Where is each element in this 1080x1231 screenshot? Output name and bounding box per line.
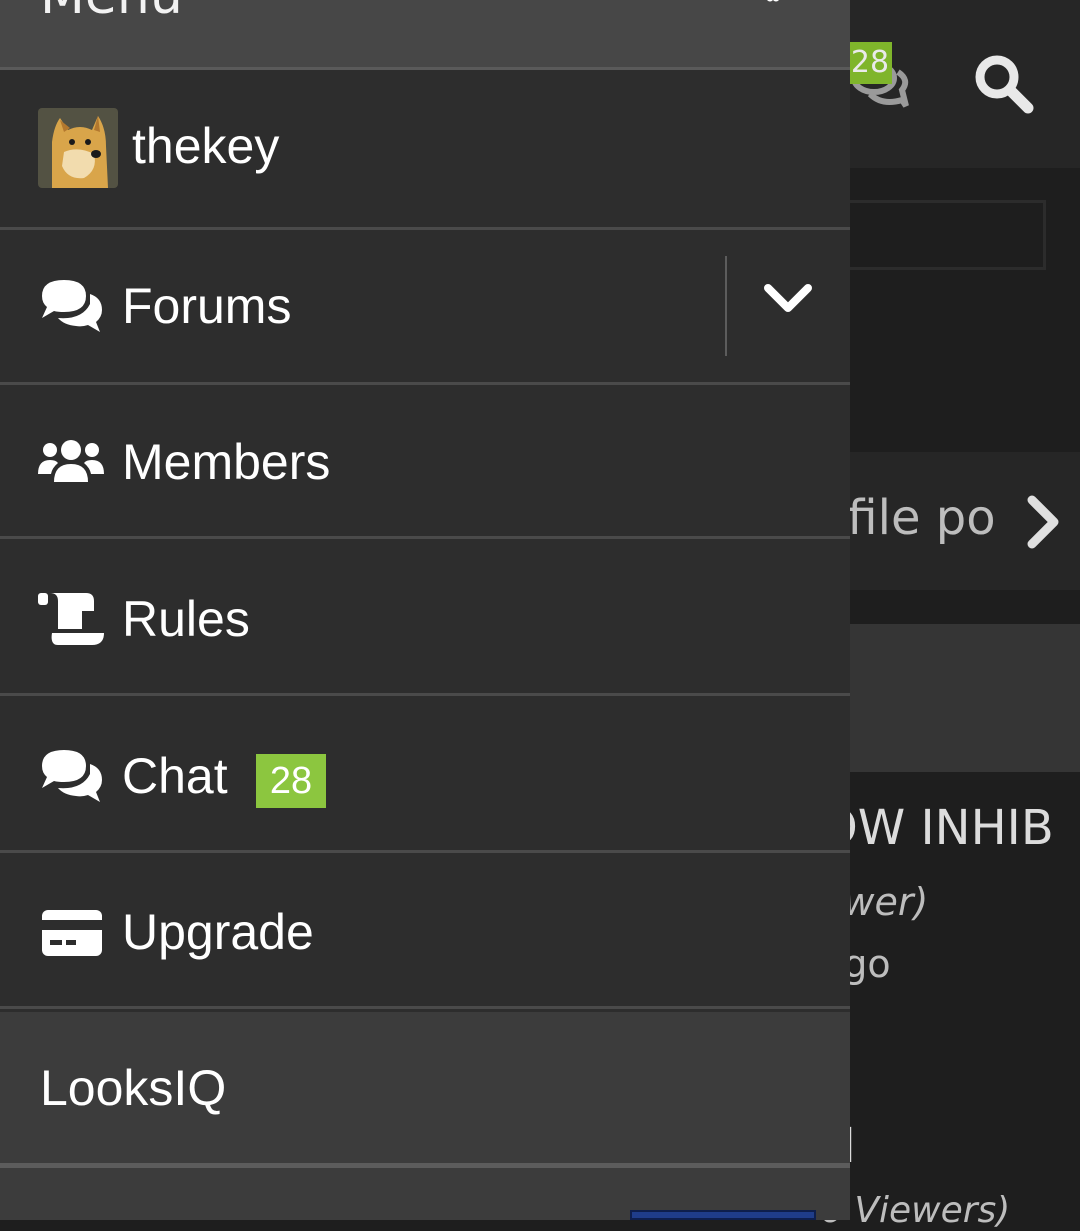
menu-item-label: Chat <box>122 748 228 804</box>
menu-item-looksiq[interactable]: LooksIQ <box>0 1012 850 1168</box>
menu-item-forums[interactable]: Forums <box>0 230 850 385</box>
menu-header: Menu <box>0 0 850 70</box>
menu-item-label: Rules <box>122 591 250 647</box>
menu-item-label: LooksIQ <box>40 1060 227 1116</box>
search-field[interactable] <box>820 200 1046 270</box>
chat-count-badge: 28 <box>256 754 326 808</box>
offcanvas-menu: Menu thekey Forums <box>0 0 850 1220</box>
divider <box>725 256 727 356</box>
credit-card-icon <box>42 910 102 956</box>
menu-title: Menu <box>40 0 183 26</box>
search-icon[interactable] <box>972 52 1034 114</box>
menu-item-chat[interactable]: Chat 28 <box>0 700 850 853</box>
chevron-down-icon[interactable] <box>760 280 816 320</box>
menu-item-members[interactable]: Members <box>0 386 850 539</box>
menu-item-label: Upgrade <box>122 904 314 960</box>
username[interactable]: thekey <box>132 70 279 226</box>
scroll-icon <box>38 593 104 645</box>
menu-item-label: Forums <box>122 278 292 334</box>
avatar <box>38 108 118 188</box>
menu-item-rules[interactable]: Rules <box>0 543 850 696</box>
menu-item-label: Members <box>122 434 331 490</box>
close-icon[interactable] <box>748 0 798 12</box>
users-icon <box>38 440 104 482</box>
menu-item-upgrade[interactable]: Upgrade <box>0 856 850 1009</box>
menu-user[interactable]: thekey <box>0 70 850 230</box>
content-block <box>840 624 1080 772</box>
thread-title[interactable]: OW INHIB <box>820 800 1054 856</box>
comments-icon <box>42 750 102 802</box>
chevron-right-icon[interactable] <box>1020 492 1068 552</box>
comments-icon <box>42 280 102 332</box>
chat-count-badge: 28 <box>848 42 892 84</box>
footer-banner[interactable] <box>630 1210 816 1220</box>
